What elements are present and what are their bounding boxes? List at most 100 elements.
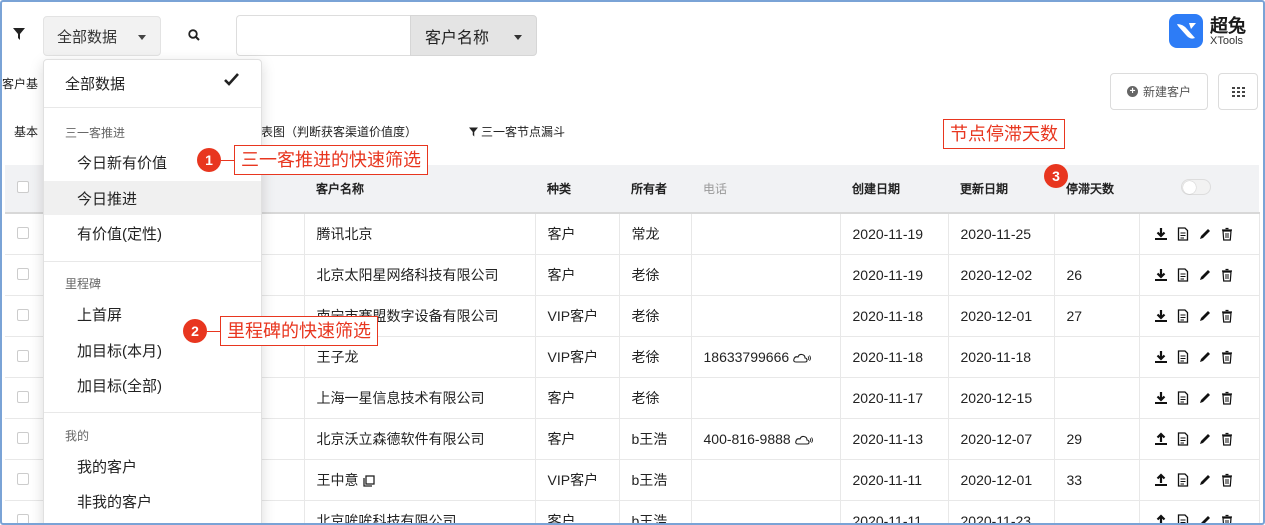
document-icon[interactable] (1176, 308, 1190, 323)
grid-view-button[interactable] (1218, 73, 1258, 110)
dropdown-item[interactable]: 非我的客户 (44, 484, 261, 518)
search-field-select[interactable]: 客户名称 (410, 15, 537, 56)
cell-customer-name[interactable]: 北京哞哞科技有限公司 (304, 500, 536, 524)
row-actions (1152, 308, 1259, 323)
select-all-cell[interactable] (5, 165, 45, 214)
customer-name[interactable]: 上海一星信息技术有限公司 (317, 390, 485, 406)
row-select-cell[interactable] (5, 418, 45, 460)
row-select-cell[interactable] (5, 377, 45, 419)
row-select-cell[interactable] (5, 254, 45, 296)
upload-icon[interactable] (1154, 472, 1168, 487)
document-icon[interactable] (1176, 267, 1190, 282)
edit-icon[interactable] (1198, 514, 1212, 525)
search-input[interactable] (236, 15, 411, 56)
row-select-cell[interactable] (5, 213, 45, 255)
row-actions (1152, 227, 1259, 241)
edit-icon[interactable] (1198, 350, 1212, 364)
cell-customer-name[interactable]: 北京太阳星网络科技有限公司 (304, 254, 536, 296)
row-checkbox[interactable] (17, 472, 29, 485)
download-icon[interactable] (1154, 350, 1168, 364)
select-all-checkbox[interactable] (17, 181, 29, 193)
trash-icon[interactable] (1220, 227, 1234, 241)
trash-icon[interactable] (1220, 432, 1234, 446)
header-updated[interactable]: 更新日期 (948, 165, 1054, 214)
row-select-cell[interactable] (5, 500, 45, 523)
download-icon[interactable] (1154, 227, 1168, 241)
data-scope-select[interactable]: 全部数据 (43, 16, 161, 56)
column-toggle[interactable] (1181, 179, 1211, 195)
edit-icon[interactable] (1198, 473, 1212, 487)
download-icon[interactable] (1154, 391, 1168, 405)
edit-icon[interactable] (1198, 309, 1212, 323)
upload-icon[interactable] (1154, 513, 1168, 525)
dropdown-item[interactable]: 今日推进 (44, 181, 261, 215)
dropdown-item-all[interactable]: 全部数据 (44, 60, 261, 108)
filter-icon[interactable] (13, 28, 25, 40)
edit-icon[interactable] (1198, 391, 1212, 405)
cell-customer-name[interactable]: 王中意 (304, 459, 536, 501)
customer-name[interactable]: 北京沃立森德软件有限公司 (317, 431, 485, 447)
trash-icon[interactable] (1220, 350, 1234, 364)
tab-basic[interactable]: 基本 (14, 123, 38, 140)
row-checkbox[interactable] (17, 513, 29, 523)
document-icon[interactable] (1176, 349, 1190, 364)
customer-name[interactable]: 王子龙 (317, 349, 359, 365)
copy-icon[interactable] (362, 475, 375, 487)
header-owner[interactable]: 所有者 (619, 165, 691, 214)
dropdown-item[interactable]: 有价值(定性) (44, 216, 261, 250)
download-icon[interactable] (1154, 268, 1168, 282)
edit-icon[interactable] (1198, 268, 1212, 282)
row-checkbox[interactable] (17, 267, 29, 280)
edit-icon[interactable] (1198, 432, 1212, 446)
customer-name[interactable]: 腾讯北京 (317, 226, 373, 242)
call-icon[interactable] (793, 353, 812, 363)
cell-owner: b王浩 (619, 418, 692, 460)
cell-phone (691, 254, 841, 296)
document-icon[interactable] (1176, 431, 1190, 446)
document-icon[interactable] (1176, 513, 1190, 525)
search-icon[interactable] (188, 29, 200, 41)
document-icon[interactable] (1176, 227, 1190, 241)
dropdown-group-title: 三一客推进 (65, 126, 126, 140)
row-select-cell[interactable] (5, 459, 45, 501)
document-icon[interactable] (1176, 472, 1190, 487)
trash-icon[interactable] (1220, 473, 1234, 487)
cell-customer-name[interactable]: 北京沃立森德软件有限公司 (304, 418, 536, 460)
check-icon (224, 73, 239, 86)
row-checkbox[interactable] (17, 390, 29, 403)
row-select-cell[interactable] (5, 336, 45, 378)
phone-number: 400-816-9888 (703, 430, 791, 447)
row-select-cell[interactable] (5, 295, 45, 337)
document-icon[interactable] (1176, 390, 1190, 405)
row-checkbox[interactable] (17, 226, 29, 239)
edit-icon[interactable] (1198, 227, 1212, 241)
row-checkbox[interactable] (17, 308, 29, 321)
customer-name[interactable]: 北京太阳星网络科技有限公司 (317, 267, 499, 283)
download-icon[interactable] (1154, 309, 1168, 323)
new-customer-button[interactable]: + 新建客户 (1110, 73, 1208, 110)
customer-name[interactable]: 王中意 (317, 472, 359, 488)
trash-icon[interactable] (1220, 391, 1234, 405)
upload-icon[interactable] (1154, 431, 1168, 446)
trash-icon[interactable] (1220, 309, 1234, 323)
header-type[interactable]: 种类 (535, 165, 619, 214)
customer-name[interactable]: 北京哞哞科技有限公司 (317, 513, 457, 524)
row-checkbox[interactable] (17, 431, 29, 444)
trash-icon[interactable] (1220, 514, 1234, 525)
search-field-label: 客户名称 (425, 29, 490, 47)
dropdown-item[interactable]: 我的客户 (44, 449, 261, 483)
brand-sub: XTools (1210, 35, 1244, 47)
channel-chart-link[interactable]: 表图（判断获客渠道价值度） (261, 123, 417, 140)
cell-customer-name[interactable]: 腾讯北京 (304, 213, 536, 255)
funnel-link[interactable]: 三一客节点漏斗 (469, 123, 565, 140)
annotation-label: 节点停滞天数 (943, 119, 1065, 149)
trash-icon[interactable] (1220, 268, 1234, 282)
row-checkbox[interactable] (17, 349, 29, 362)
cell-phone (691, 377, 841, 419)
dropdown-item[interactable]: 加目标(全部) (44, 368, 261, 402)
header-phone[interactable]: 电话 (691, 165, 840, 214)
cell-customer-name[interactable]: 上海一星信息技术有限公司 (304, 377, 536, 419)
header-created[interactable]: 创建日期 (840, 165, 948, 214)
cell-owner: b王浩 (619, 459, 692, 501)
call-icon[interactable] (794, 435, 813, 445)
